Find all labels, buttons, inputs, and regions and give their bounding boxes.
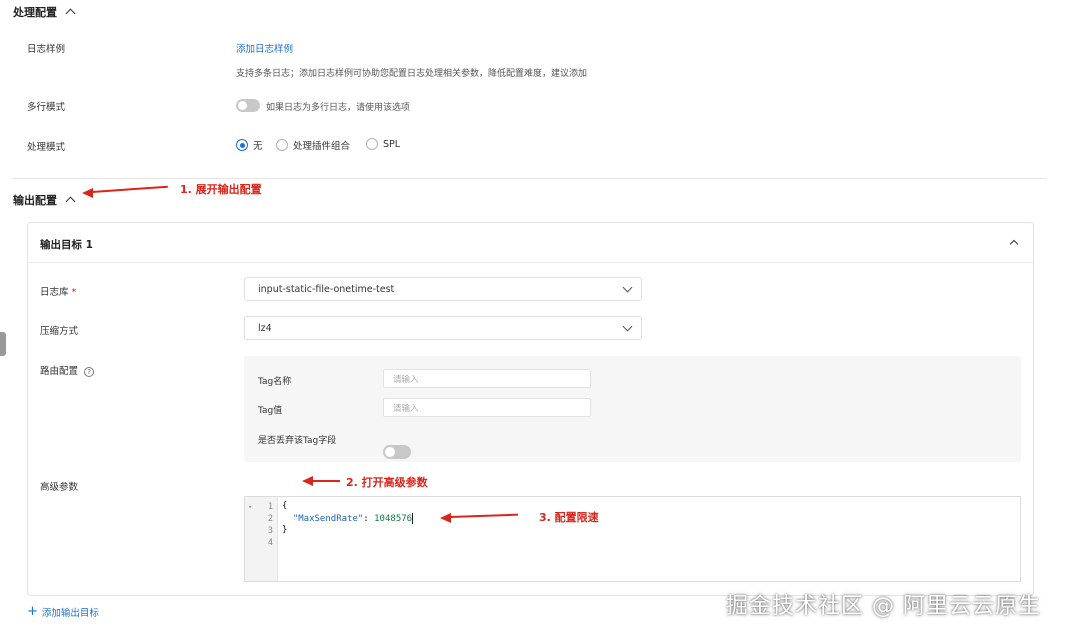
- mode-option-label: 处理插件组合: [293, 141, 351, 152]
- log-sample-hint: 支持多条日志；添加日志样例可协助您配置日志处理相关参数，降低配置难度，建议添加: [236, 69, 588, 79]
- logstore-select[interactable]: input-static-file-onetime-test: [244, 277, 642, 301]
- line-number: 1: [267, 502, 273, 512]
- output-section-title[interactable]: 输出配置: [13, 192, 76, 208]
- chevron-up-icon[interactable]: [65, 8, 76, 19]
- section-divider: [13, 178, 1047, 179]
- tag-value-input[interactable]: 请输入: [383, 398, 591, 417]
- collapse-chevron-icon[interactable]: [1009, 239, 1019, 249]
- mode-radio-none[interactable]: 无: [236, 138, 263, 152]
- multiline-toggle[interactable]: [236, 99, 260, 112]
- add-output-target-button[interactable]: + 添加输出目标: [27, 605, 99, 619]
- output-target-header[interactable]: 输出目标 1: [28, 223, 1033, 263]
- watermark: 掘金技术社区 @ 阿里云云原生: [726, 594, 1041, 619]
- logstore-label-text: 日志库: [40, 287, 69, 298]
- mode-option-label: SPL: [383, 138, 401, 150]
- annotation-arrow-line: [312, 480, 340, 483]
- help-icon[interactable]: ?: [84, 366, 95, 377]
- route-config-label: 路由配置 ?: [40, 363, 95, 377]
- code-line-3: }: [282, 525, 288, 535]
- processing-title-text: 处理配置: [13, 6, 57, 19]
- radio-circle: [236, 139, 248, 151]
- radio-circle: [366, 138, 378, 150]
- discard-tag-toggle[interactable]: [383, 445, 411, 459]
- annotation-expand-output: 1. 展开输出配置: [180, 183, 262, 196]
- toggle-knob: [238, 101, 247, 110]
- tag-name-input[interactable]: 请输入: [383, 369, 591, 388]
- logstore-label: 日志库 *: [40, 284, 76, 298]
- compress-value: lz4: [258, 322, 272, 334]
- annotation-rate-limit: 3. 配置限速: [539, 511, 599, 524]
- line-number: 2: [267, 514, 273, 524]
- fold-arrow-icon[interactable]: ▾: [248, 503, 252, 511]
- processing-mode-label: 处理模式: [27, 142, 66, 153]
- json-colon: :: [363, 514, 375, 524]
- multiline-label: 多行模式: [27, 102, 66, 113]
- text-cursor: [412, 513, 414, 524]
- chevron-down-icon: [622, 282, 633, 293]
- line-number: 3: [267, 526, 273, 536]
- mode-radio-plugin-combo[interactable]: 处理插件组合: [276, 138, 350, 152]
- route-panel: [244, 356, 1021, 462]
- line-number: 4: [267, 538, 273, 548]
- multiline-hint: 如果日志为多行日志，请使用该选项: [266, 103, 411, 113]
- route-label-text: 路由配置: [40, 366, 79, 377]
- code-line-1: {: [282, 501, 288, 511]
- code-line-2: "MaxSendRate": 1048576: [282, 513, 414, 524]
- processing-section-title[interactable]: 处理配置: [13, 4, 76, 20]
- output-title-text: 输出配置: [13, 194, 57, 207]
- discard-tag-label: 是否丢弃该Tag字段: [258, 436, 337, 446]
- compress-select[interactable]: lz4: [244, 316, 642, 340]
- add-log-sample-link[interactable]: 添加日志样例: [236, 41, 293, 55]
- annotation-advanced-params: 2. 打开高级参数: [346, 476, 428, 489]
- advanced-params-label: 高级参数: [40, 482, 79, 493]
- logstore-value: input-static-file-onetime-test: [258, 283, 395, 295]
- chevron-down-icon: [622, 321, 633, 332]
- output-target-title: 输出目标 1: [40, 239, 93, 251]
- mode-option-label: 无: [253, 141, 263, 152]
- editor-gutter: ▾ 1 2 3 4: [245, 497, 278, 581]
- plus-icon: +: [27, 604, 38, 619]
- advanced-params-editor[interactable]: ▾ 1 2 3 4 { "MaxSendRate": 1048576 }: [244, 496, 1021, 582]
- toggle-knob: [385, 447, 395, 457]
- radio-circle: [276, 139, 288, 151]
- json-key: "MaxSendRate": [292, 514, 364, 524]
- mode-radio-spl[interactable]: SPL: [366, 138, 400, 150]
- add-output-target-label: 添加输出目标: [41, 608, 99, 619]
- compress-label: 压缩方式: [40, 326, 79, 337]
- chevron-up-icon[interactable]: [65, 196, 76, 207]
- sidebar-collapse-handle[interactable]: [0, 332, 6, 356]
- tag-name-label: Tag名称: [258, 377, 292, 387]
- json-value: 1048576: [374, 514, 413, 524]
- log-sample-label: 日志样例: [27, 44, 66, 55]
- required-mark: *: [71, 287, 77, 298]
- tag-value-label: Tag值: [258, 406, 283, 416]
- annotation-arrow-line: [91, 185, 168, 194]
